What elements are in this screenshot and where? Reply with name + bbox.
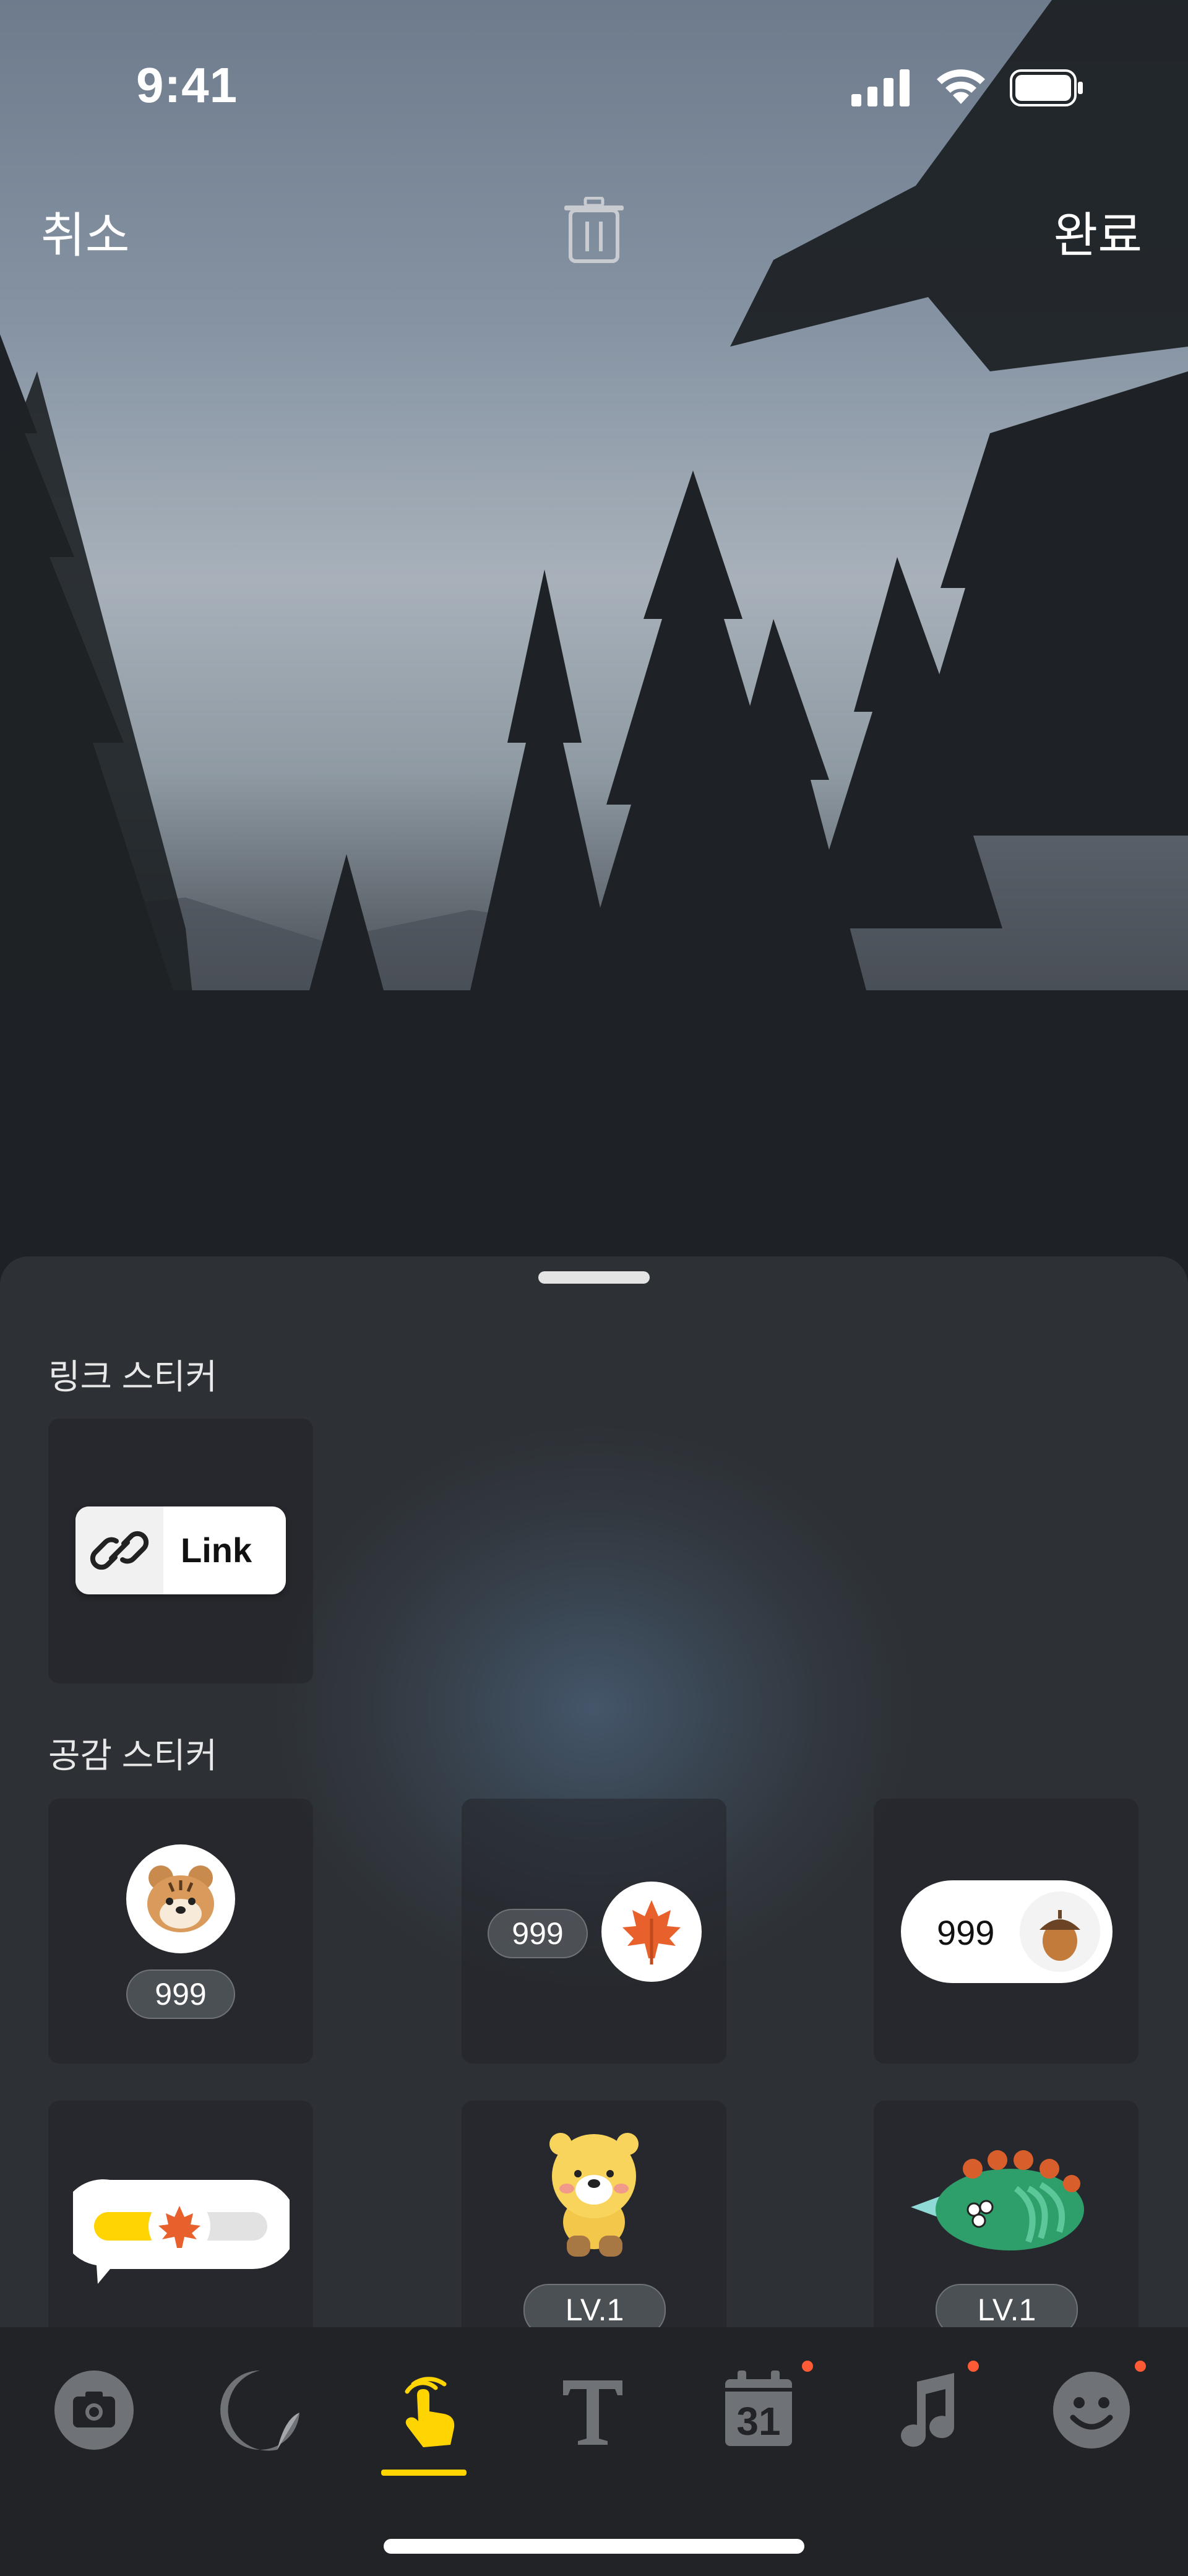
- home-indicator: [384, 2539, 804, 2554]
- sticker-sheet: 링크 스티커 Link 공감 스티커 999 999 999 LV.1 LV.1: [0, 1256, 1188, 2366]
- reaction-sticker-tile-1[interactable]: 999: [48, 1799, 313, 2064]
- slider-sticker-tile[interactable]: [48, 2101, 313, 2366]
- reaction-sticker-tile-2[interactable]: 999: [462, 1799, 726, 2064]
- calendar-icon: 31: [725, 2371, 792, 2446]
- calendar-new-badge: [802, 2361, 813, 2372]
- cancel-button[interactable]: 취소: [41, 197, 130, 266]
- music-note-icon: [901, 2373, 955, 2447]
- tab-emoji[interactable]: [1048, 2361, 1146, 2453]
- editor-tab-bar: 31: [0, 2327, 1188, 2576]
- maple-leaf-icon: [622, 1900, 681, 1964]
- calendar-date-label: 31: [736, 2399, 780, 2444]
- link-section-title: 링크 스티커: [48, 1357, 218, 1396]
- tiger-avatar: [126, 1844, 235, 1953]
- story-editor-screen: 9:41 취소 완료 링크 스티커 Link 공감 스티커 999 999 99…: [0, 0, 1188, 2576]
- tab-camera[interactable]: [51, 2367, 137, 2453]
- tab-calendar[interactable]: 31: [715, 2361, 813, 2453]
- link-sticker: Link: [75, 1506, 286, 1594]
- link-icon: [75, 1506, 163, 1594]
- tab-sticker[interactable]: [217, 2367, 303, 2453]
- reaction-count-1: 999: [126, 1969, 235, 2019]
- status-time: 9:41: [136, 58, 238, 113]
- wifi-icon: [937, 69, 985, 104]
- status-bar: 9:41: [0, 0, 1188, 173]
- background-photo: [0, 0, 1188, 1287]
- text-t-icon: [563, 2380, 622, 2445]
- sticker-star-icon: [220, 2371, 299, 2451]
- reaction-count-3: 999: [937, 1913, 995, 1952]
- emoji-new-badge: [1135, 2361, 1146, 2372]
- tab-interactive[interactable]: [381, 2367, 469, 2476]
- sheet-drag-handle[interactable]: [538, 1271, 650, 1284]
- battery-icon: [1010, 69, 1083, 106]
- reaction-sticker-tile-3[interactable]: 999: [874, 1799, 1138, 2064]
- camera-icon: [54, 2371, 134, 2450]
- cellular-signal-icon: [851, 69, 910, 106]
- tab-music[interactable]: [881, 2361, 979, 2453]
- link-sticker-tile[interactable]: Link: [48, 1419, 313, 1683]
- tiger-face-icon: [147, 1865, 214, 1932]
- yellow-character-icon: [549, 2133, 639, 2257]
- music-new-badge: [968, 2361, 979, 2372]
- acorn-icon: [1020, 1891, 1100, 1972]
- active-tab-indicator: [381, 2470, 467, 2476]
- green-character-icon: [911, 2150, 1084, 2250]
- link-sticker-label: Link: [181, 1531, 252, 1570]
- emoji-slider-sticker: [73, 2179, 290, 2284]
- acorn-reaction-pill: 999: [901, 1880, 1113, 1983]
- character-sticker-tile-2[interactable]: LV.1: [874, 2101, 1138, 2366]
- tab-text[interactable]: [549, 2367, 636, 2453]
- done-button[interactable]: 완료: [1053, 197, 1142, 266]
- maple-leaf-button: [601, 1882, 702, 1982]
- smiley-face-icon: [1053, 2372, 1130, 2448]
- reaction-count-2: 999: [488, 1909, 588, 1958]
- character-sticker-tile-1[interactable]: LV.1: [462, 2101, 726, 2366]
- trash-icon[interactable]: [562, 197, 626, 265]
- reaction-section-title: 공감 스티커: [48, 1736, 218, 1775]
- tap-hand-icon: [405, 2377, 455, 2447]
